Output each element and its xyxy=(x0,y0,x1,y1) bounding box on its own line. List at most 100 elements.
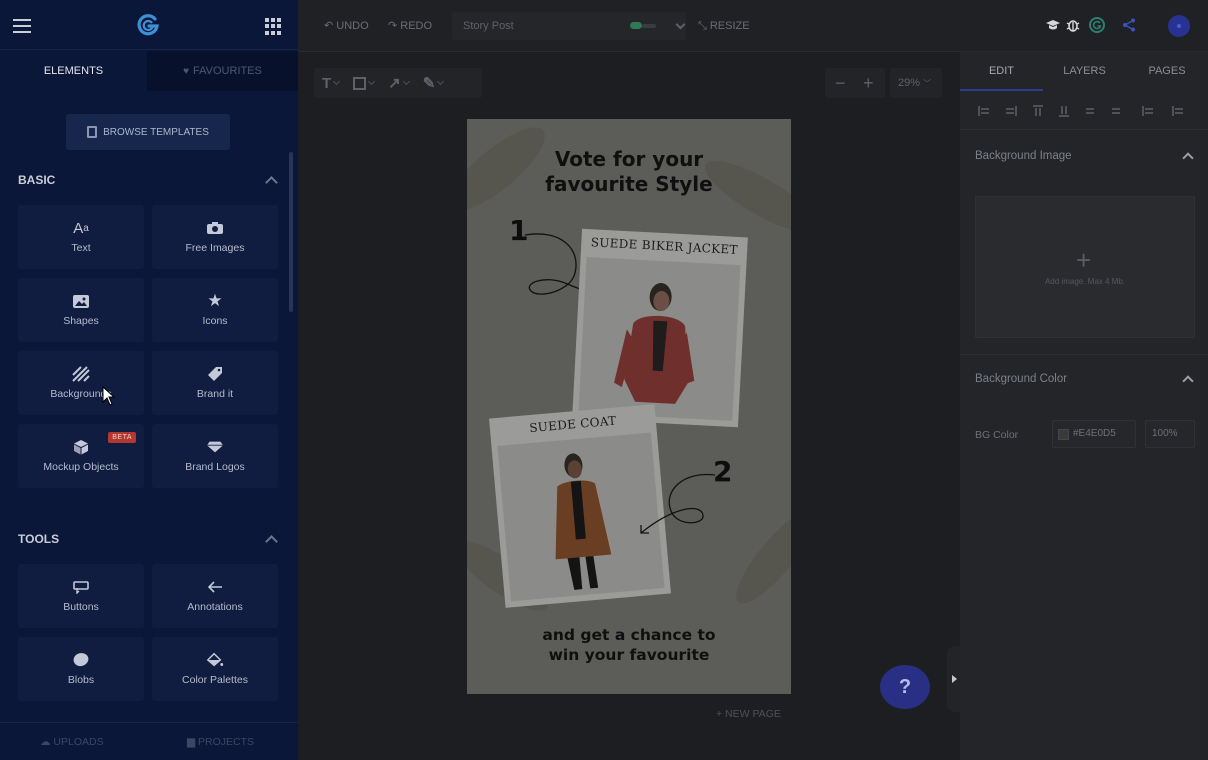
photo-card-1[interactable]: SUEDE BIKER JACKET xyxy=(572,228,748,428)
document-name: Story Post xyxy=(463,20,514,32)
align-right-icon[interactable] xyxy=(1005,106,1017,116)
pen-icon: ✎ xyxy=(422,75,436,92)
element-tile-text[interactable]: Aa Text xyxy=(18,205,144,269)
user-avatar[interactable] xyxy=(1168,15,1190,37)
align-top-icon[interactable] xyxy=(1033,105,1043,117)
top-toolbar: ↶ UNDO ↷ REDO Story Post ⤡ RESIZE xyxy=(298,0,1208,52)
zoom-level-dropdown[interactable]: 29% ﹀ xyxy=(890,68,942,98)
graduation-cap-icon[interactable] xyxy=(1045,17,1061,33)
template-icon xyxy=(87,126,98,138)
tile-label: Buttons xyxy=(63,601,99,613)
sidebar-scrollbar[interactable] xyxy=(289,152,293,312)
button-icon xyxy=(72,579,90,595)
collapse-right-panel-button[interactable] xyxy=(947,646,960,712)
new-page-button[interactable]: + NEW PAGE xyxy=(716,708,781,720)
tab-layers[interactable]: LAYERS xyxy=(1043,52,1126,91)
app-logo-icon[interactable] xyxy=(136,13,160,37)
background-image-upload[interactable]: + Add image. Max 4 Mb. xyxy=(975,196,1195,338)
zoom-out-button[interactable]: − xyxy=(835,68,846,98)
collapse-bg-color-chevron-icon[interactable] xyxy=(1182,375,1194,387)
align-middle-icon[interactable] xyxy=(1111,106,1123,116)
tab-uploads[interactable]: ☁ UPLOADS xyxy=(40,723,104,760)
text-tool-button[interactable]: T xyxy=(322,75,341,92)
element-tile-shapes[interactable]: Shapes xyxy=(18,278,144,342)
canvas-area: T ↗ ✎ − + 29% ﹀ Vote for your favourite … xyxy=(298,52,960,760)
story-footer: and get a chance to win your favourite xyxy=(467,625,791,665)
tag-icon xyxy=(206,366,224,382)
save-progress-bar xyxy=(642,24,656,28)
element-tile-mockup-objects[interactable]: BETA Mockup Objects xyxy=(18,424,144,488)
apps-grid-icon[interactable] xyxy=(265,18,282,35)
shape-tool-button[interactable] xyxy=(353,76,376,90)
cube-icon xyxy=(72,439,90,455)
bg-color-input[interactable]: #E4E0D5 xyxy=(1052,420,1136,448)
redo-button[interactable]: ↷ REDO xyxy=(388,0,432,52)
grammarly-icon[interactable] xyxy=(1089,17,1105,33)
align-left-icon[interactable] xyxy=(978,106,990,116)
arrow-left-icon xyxy=(206,579,224,595)
share-icon[interactable] xyxy=(1121,17,1137,33)
sidebar-tabs: ELEMENTS ♥ FAVOURITES xyxy=(0,51,298,91)
sidebar-bottom-tabs: ☁ UPLOADS ▆ PROJECTS xyxy=(0,722,298,760)
bug-icon[interactable] xyxy=(1065,17,1081,33)
mouse-cursor-icon xyxy=(102,386,116,406)
bg-color-label: BG Color xyxy=(975,429,1019,441)
browse-templates-button[interactable]: BROWSE TEMPLATES xyxy=(66,114,230,150)
tile-label: Free Images xyxy=(185,242,245,254)
background-color-title: Background Color xyxy=(975,373,1068,385)
hamburger-menu-icon[interactable] xyxy=(13,19,31,33)
document-name-field[interactable]: Story Post xyxy=(452,12,686,40)
tab-favourites[interactable]: ♥ FAVOURITES xyxy=(147,51,298,91)
bg-color-value: #E4E0D5 xyxy=(1073,428,1116,439)
zoom-level: 29% xyxy=(898,77,921,89)
help-button[interactable]: ? xyxy=(880,665,930,709)
collapse-basic-chevron-icon[interactable] xyxy=(265,176,278,189)
resize-button[interactable]: ⤡ RESIZE xyxy=(698,0,750,52)
alignment-toolbar xyxy=(960,92,1208,130)
tile-label: Shapes xyxy=(63,315,99,327)
element-tile-brand-logos[interactable]: Brand Logos xyxy=(152,424,278,488)
right-panel: EDIT LAYERS PAGES Background Image + Add… xyxy=(960,52,1208,760)
diamond-icon xyxy=(206,439,224,455)
collapse-tools-chevron-icon[interactable] xyxy=(265,535,278,548)
tab-pages[interactable]: PAGES xyxy=(1126,52,1208,91)
element-tile-color-palettes[interactable]: Color Palettes xyxy=(152,637,278,701)
tab-edit[interactable]: EDIT xyxy=(960,52,1043,91)
element-tile-buttons[interactable]: Buttons xyxy=(18,564,144,628)
align-bottom-icon[interactable] xyxy=(1059,105,1069,117)
element-tile-annotations[interactable]: Annotations xyxy=(152,564,278,628)
browse-templates-label: BROWSE TEMPLATES xyxy=(103,126,209,138)
zoom-in-button[interactable]: + xyxy=(863,68,874,98)
left-sidebar: ELEMENTS ♥ FAVOURITES BROWSE TEMPLATES BA… xyxy=(0,0,298,760)
element-tile-backgrounds[interactable]: Backgrounds xyxy=(18,351,144,415)
photo-jacket xyxy=(578,257,741,421)
element-tile-icons[interactable]: ★ Icons xyxy=(152,278,278,342)
align-center-icon[interactable] xyxy=(1085,106,1097,116)
beta-badge: BETA xyxy=(108,432,136,443)
leaf-shadow xyxy=(725,499,791,613)
divider xyxy=(960,354,1208,355)
tab-elements[interactable]: ELEMENTS xyxy=(0,51,147,91)
collapse-bg-image-chevron-icon[interactable] xyxy=(1182,152,1194,164)
element-tile-free-images[interactable]: Free Images xyxy=(152,205,278,269)
undo-icon: ↶ xyxy=(324,20,337,32)
draw-tool-button[interactable]: ✎ xyxy=(422,74,445,92)
chevron-down-icon: ﹀ xyxy=(923,79,932,88)
elements-panel: BROWSE TEMPLATES BASIC Aa Text Free Imag… xyxy=(0,91,298,720)
zoom-controls: − + xyxy=(825,68,885,98)
tile-label: Blobs xyxy=(67,674,95,686)
paint-bucket-icon xyxy=(206,652,224,668)
element-tile-brand-it[interactable]: Brand it xyxy=(152,351,278,415)
undo-label: UNDO xyxy=(336,20,369,32)
tab-uploads-label: UPLOADS xyxy=(53,736,104,748)
color-swatch[interactable] xyxy=(1058,429,1069,440)
bg-opacity-input[interactable]: 100% xyxy=(1145,420,1195,448)
flip-icon[interactable] xyxy=(1172,106,1184,116)
line-tool-button[interactable]: ↗ xyxy=(388,74,410,92)
distribute-icon[interactable] xyxy=(1142,106,1154,116)
element-tile-blobs[interactable]: Blobs xyxy=(18,637,144,701)
undo-button[interactable]: ↶ UNDO xyxy=(324,0,369,52)
story-title: Vote for your favourite Style xyxy=(467,147,791,197)
tab-projects[interactable]: ▆ PROJECTS xyxy=(187,723,254,760)
story-post-page[interactable]: Vote for your favourite Style 1 SUEDE BI… xyxy=(467,119,791,694)
